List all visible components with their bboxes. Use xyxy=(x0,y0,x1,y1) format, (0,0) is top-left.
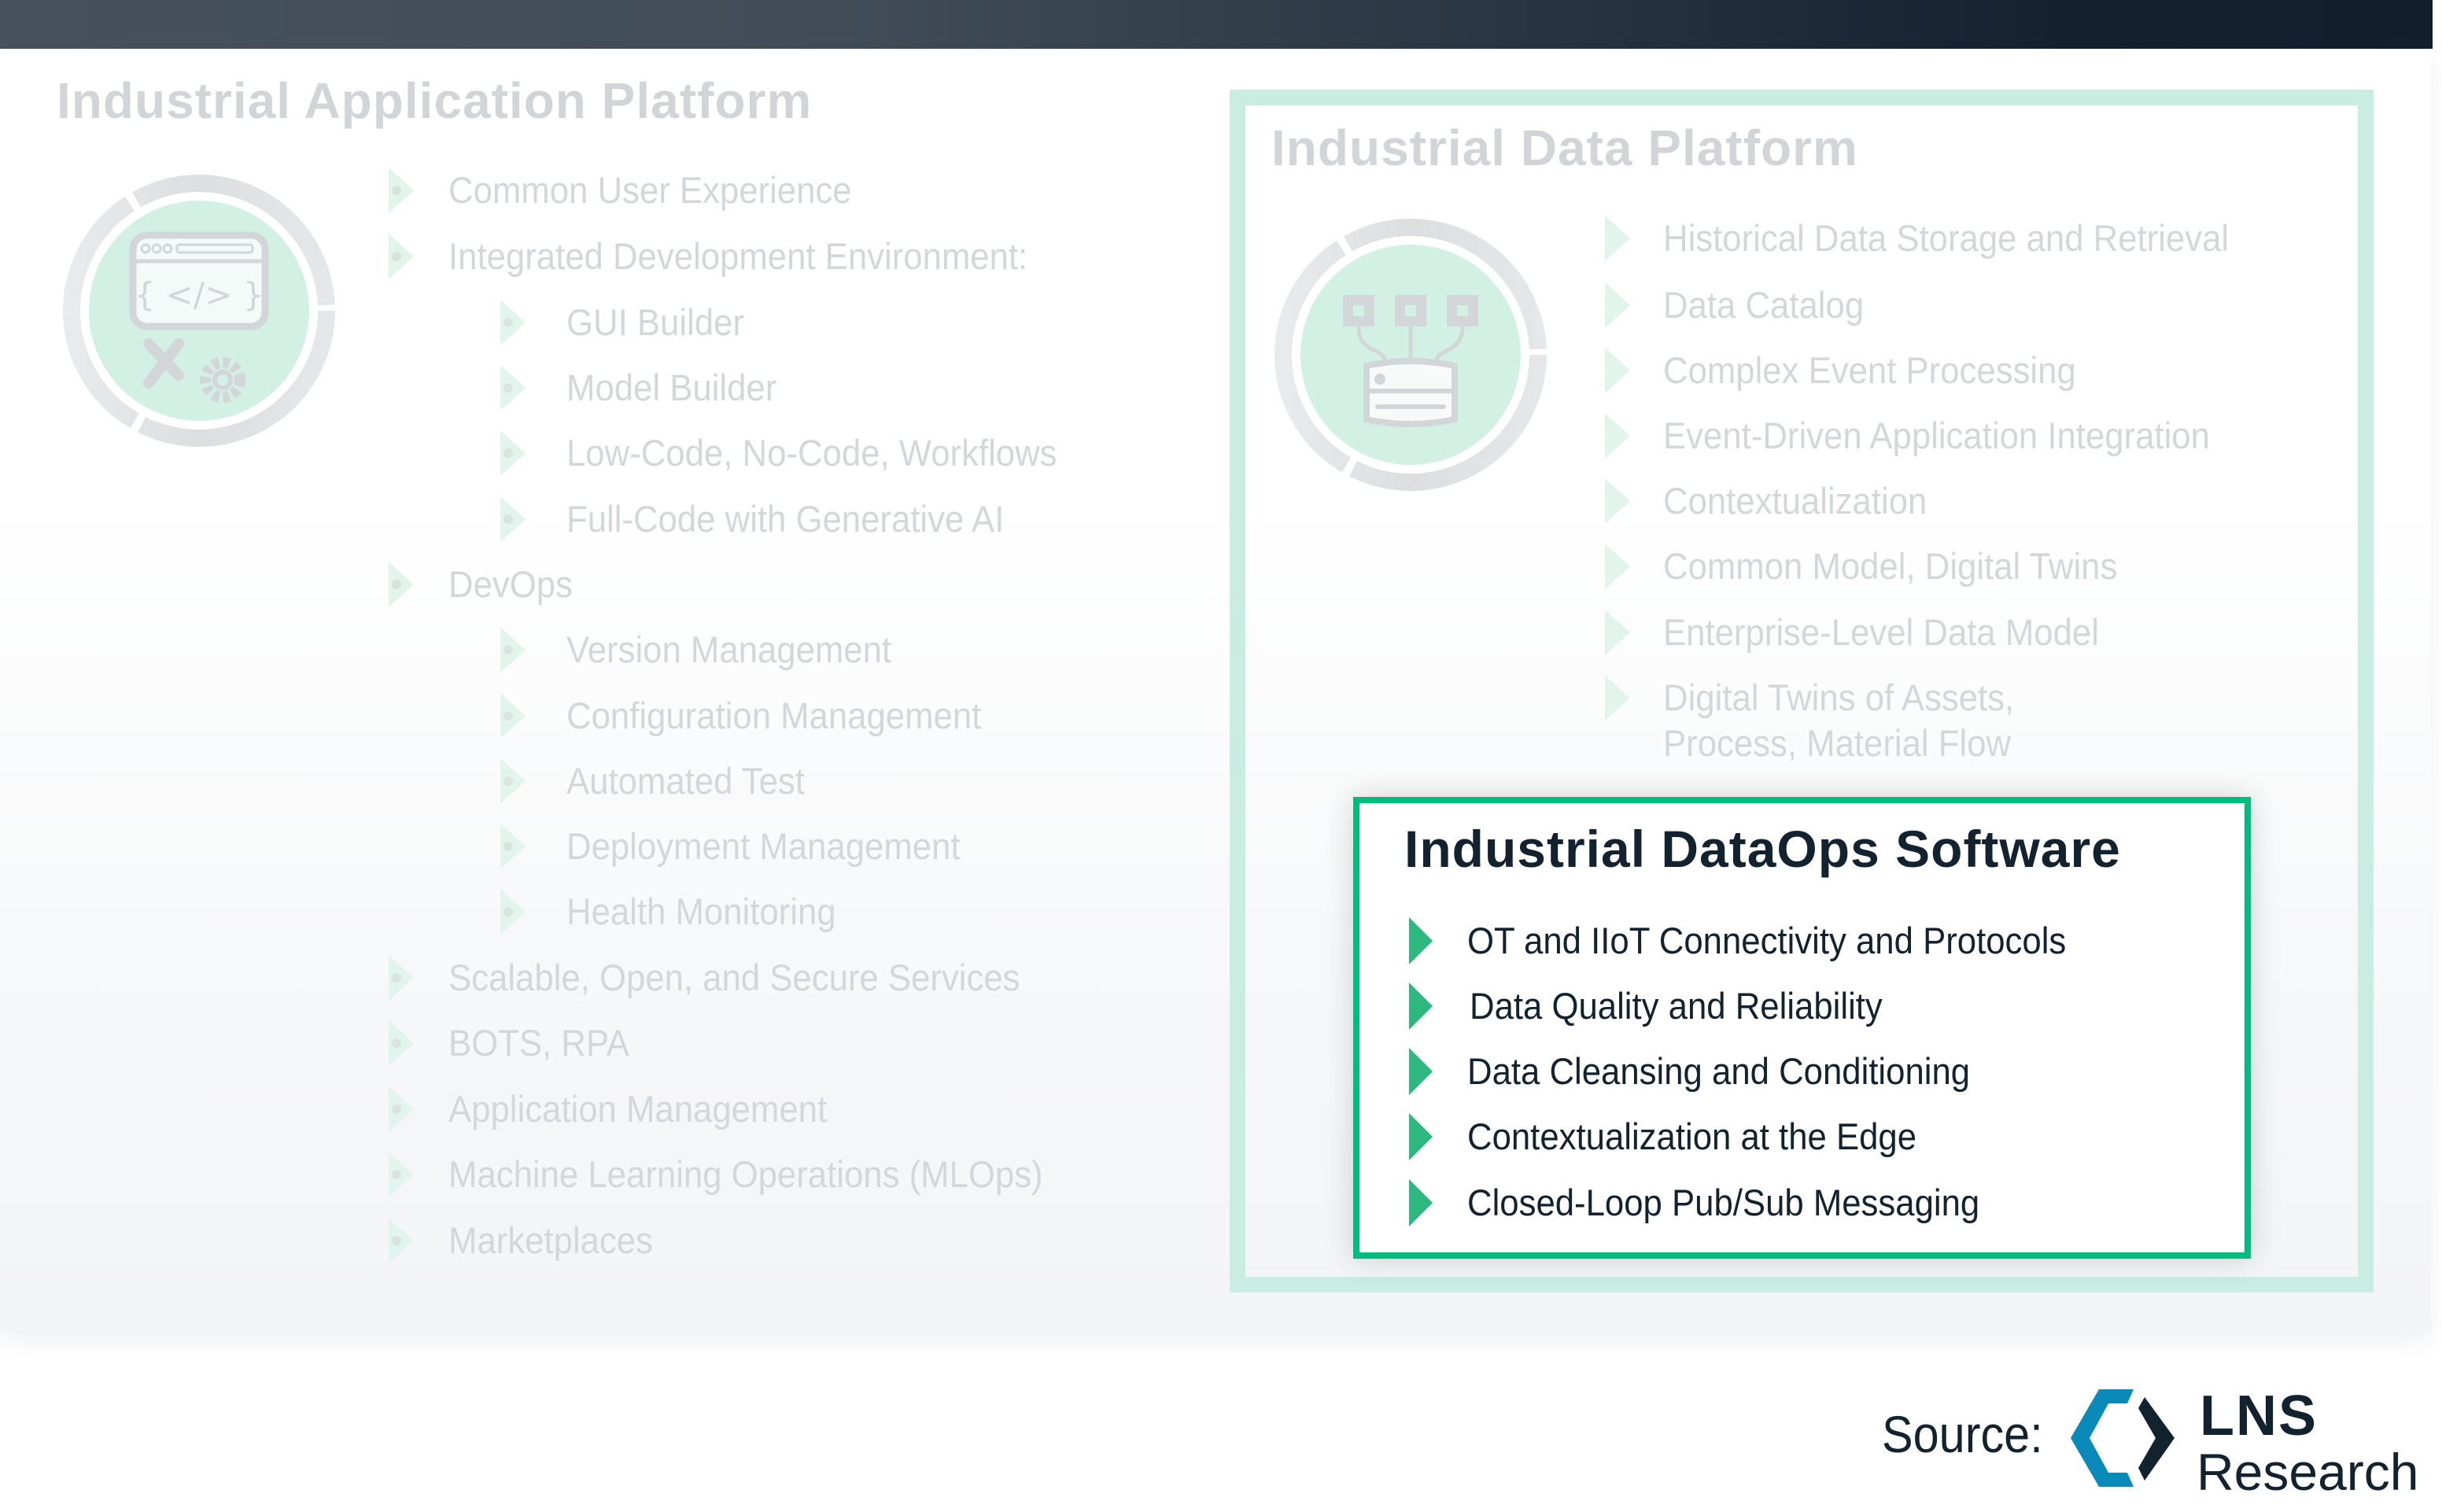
bullet-arrow-icon xyxy=(1605,478,1632,524)
bullet-arrow-icon xyxy=(389,234,415,279)
header-bar xyxy=(0,0,2433,49)
bullet-arrow-icon xyxy=(389,955,415,1001)
data-platform-title: Industrial Data Platform xyxy=(1271,120,1858,176)
app-platform-item: Model Builder xyxy=(566,367,777,408)
app-platform-item: Application Management xyxy=(448,1088,828,1130)
app-platform-item: Integrated Development Environment: xyxy=(448,235,1028,277)
bullet-arrow-icon xyxy=(1605,675,1632,721)
bullet-arrow-icon xyxy=(389,1218,415,1263)
bullet-arrow-icon xyxy=(389,1152,415,1197)
bullet-arrow-icon xyxy=(1409,917,1433,964)
data-platform-item: Enterprise-Level Data Model xyxy=(1663,611,2099,653)
data-platform-item: Common Model, Digital Twins xyxy=(1663,545,2118,587)
bullet-arrow-icon xyxy=(1409,1048,1433,1095)
source-label: Source: xyxy=(1882,1405,2043,1463)
app-platform-item: Deployment Management xyxy=(566,825,961,867)
bullet-arrow-icon xyxy=(1605,610,1632,655)
data-platform-item: Historical Data Storage and Retrieval xyxy=(1663,217,2230,259)
bullet-arrow-icon xyxy=(1605,544,1632,589)
app-platform-item: Automated Test xyxy=(566,760,805,802)
app-platform-item: Full-Code with Generative AI xyxy=(566,498,1005,540)
app-platform-item: DevOps xyxy=(448,563,573,605)
bullet-arrow-icon xyxy=(1605,413,1632,459)
bullet-arrow-icon xyxy=(500,430,527,476)
dataops-item: Closed-Loop Pub/Sub Messaging xyxy=(1467,1182,1980,1223)
data-platform-item: Complex Event Processing xyxy=(1663,349,2076,391)
code-window-tools-icon: { </> } xyxy=(61,172,338,449)
lns-brand-name: LNS xyxy=(2200,1385,2318,1447)
data-platform-item: Process, Material Flow xyxy=(1663,722,2012,764)
app-platform-item: Scalable, Open, and Secure Services xyxy=(448,957,1020,998)
bullet-arrow-icon xyxy=(500,889,527,935)
data-platform-item: Event-Driven Application Integration xyxy=(1663,415,2210,456)
dataops-item: OT and IIoT Connectivity and Protocols xyxy=(1467,920,2067,961)
app-platform-item: Machine Learning Operations (MLOps) xyxy=(448,1153,1043,1195)
bullet-arrow-icon xyxy=(389,562,415,607)
data-platform-item: Data Catalog xyxy=(1663,284,1865,326)
dataops-title: Industrial DataOps Software xyxy=(1404,820,2121,878)
bullet-arrow-icon xyxy=(500,824,527,869)
bullet-arrow-icon xyxy=(500,365,527,411)
dataops-item: Data Cleansing and Conditioning xyxy=(1467,1050,1971,1092)
data-platform-item: Contextualization xyxy=(1663,480,1927,522)
bullet-arrow-icon xyxy=(500,693,527,739)
bullet-arrow-icon xyxy=(1409,1113,1433,1160)
dataops-item: Data Quality and Reliability xyxy=(1470,985,1883,1027)
bullet-arrow-icon xyxy=(1605,348,1632,393)
app-platform-title: Industrial Application Platform xyxy=(57,72,813,129)
bullet-arrow-icon xyxy=(500,758,527,804)
bullet-arrow-icon xyxy=(1409,1179,1433,1226)
app-platform-item: Version Management xyxy=(566,629,892,670)
data-platform-item: Digital Twins of Assets, xyxy=(1663,677,2015,718)
bullet-arrow-icon xyxy=(1605,216,1632,261)
app-platform-item: Health Monitoring xyxy=(566,891,836,932)
database-network-icon xyxy=(1272,216,1549,493)
svg-text:{ </> }: { </> } xyxy=(135,275,264,314)
bullet-arrow-icon xyxy=(1605,282,1632,328)
app-platform-item: BOTS, RPA xyxy=(448,1022,629,1064)
dataops-item: Contextualization at the Edge xyxy=(1467,1116,1917,1157)
app-platform-item: GUI Builder xyxy=(566,301,744,343)
app-platform-item: Marketplaces xyxy=(448,1219,653,1261)
bullet-arrow-icon xyxy=(500,627,527,673)
app-platform-item: Common User Experience xyxy=(448,169,852,211)
lns-logo-icon xyxy=(2068,1386,2186,1490)
bullet-arrow-icon xyxy=(389,1086,415,1132)
app-platform-item: Low-Code, No-Code, Workflows xyxy=(566,432,1057,474)
bullet-arrow-icon xyxy=(500,496,527,542)
app-platform-item: Configuration Management xyxy=(566,695,982,736)
bullet-arrow-icon xyxy=(1409,983,1433,1030)
bullet-arrow-icon xyxy=(389,1020,415,1066)
lns-brand-sub: Research xyxy=(2197,1443,2419,1501)
bullet-arrow-icon xyxy=(389,168,415,213)
bullet-arrow-icon xyxy=(500,300,527,345)
